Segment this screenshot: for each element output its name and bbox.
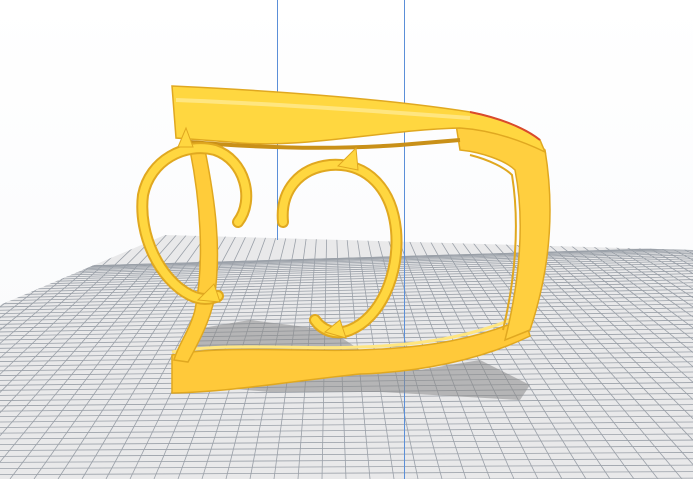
3d-model-object[interactable] [136,85,551,394]
build-plate[interactable] [0,144,693,479]
scene-canvas[interactable] [0,0,693,479]
3d-viewport[interactable] [0,0,693,479]
